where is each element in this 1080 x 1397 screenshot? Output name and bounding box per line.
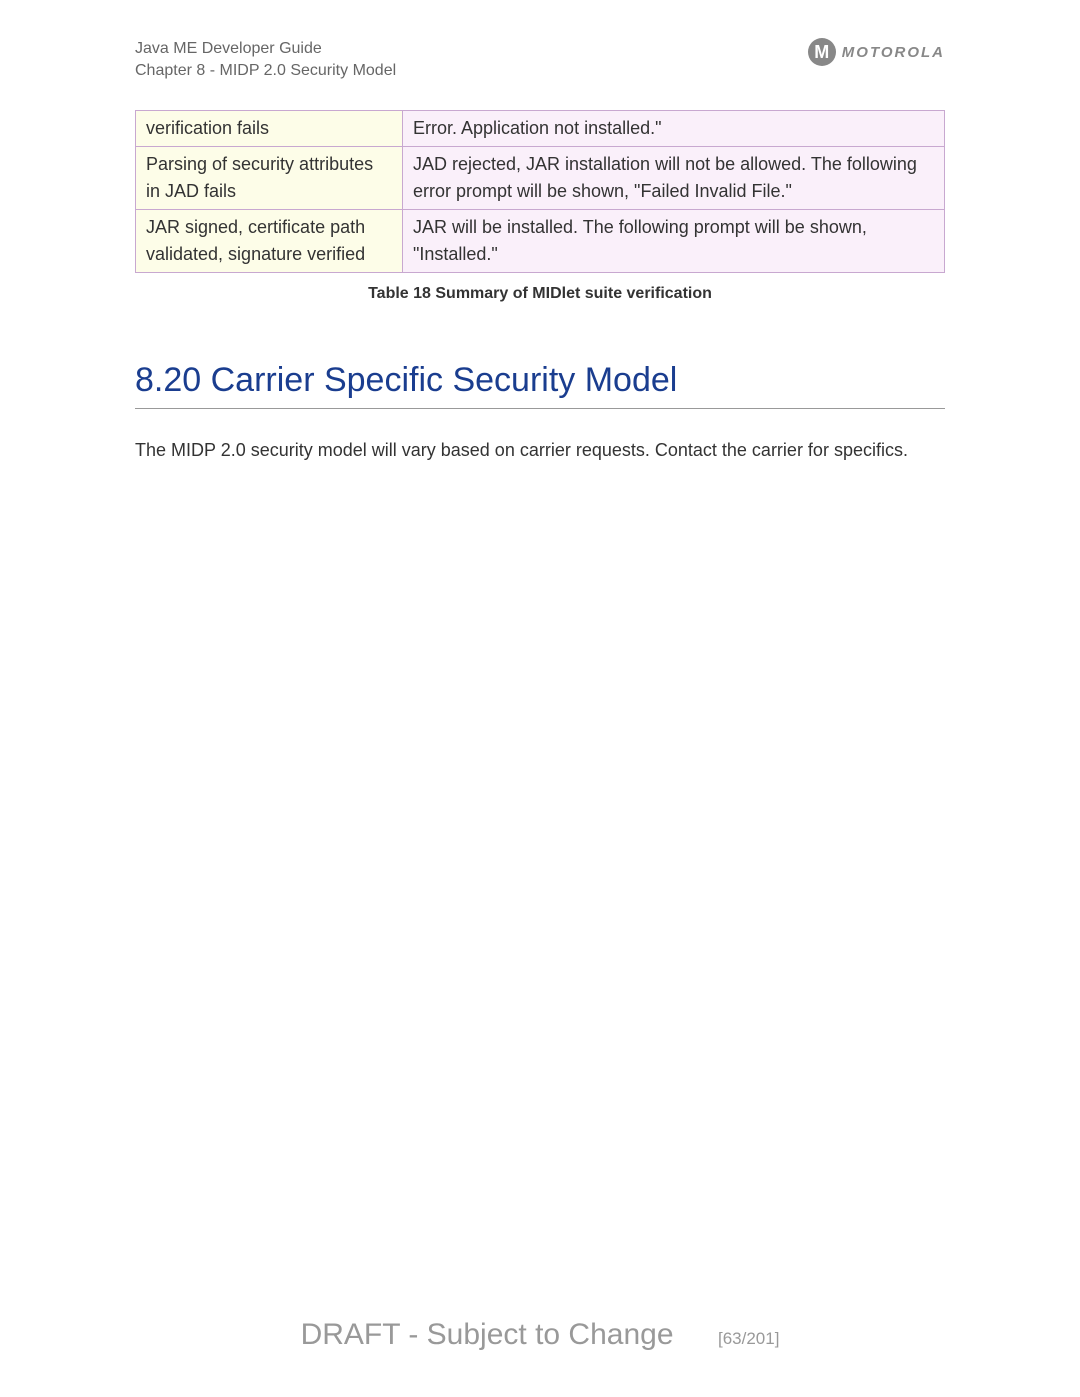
- table-cell: Parsing of security attributes in JAD fa…: [136, 147, 403, 210]
- brand-name: MOTOROLA: [842, 44, 945, 61]
- page-number: [63/201]: [718, 1329, 779, 1348]
- table-cell: JAR signed, certificate path validated, …: [136, 210, 403, 273]
- page-content: verification fails Error. Application no…: [135, 110, 945, 467]
- table-row: Parsing of security attributes in JAD fa…: [136, 147, 945, 210]
- brand-logo: MOTOROLA: [808, 38, 945, 66]
- motorola-icon: [808, 38, 836, 66]
- draft-notice: DRAFT - Subject to Change: [301, 1318, 674, 1351]
- table-cell: verification fails: [136, 111, 403, 147]
- table-cell: JAR will be installed. The following pro…: [402, 210, 944, 273]
- table-caption: Table 18 Summary of MIDlet suite verific…: [135, 285, 945, 303]
- guide-title: Java ME Developer Guide: [135, 38, 396, 60]
- section-heading: 8.20 Carrier Specific Security Model: [135, 361, 945, 409]
- table-row: JAR signed, certificate path validated, …: [136, 210, 945, 273]
- table-row: verification fails Error. Application no…: [136, 111, 945, 147]
- table-cell: Error. Application not installed.": [402, 111, 944, 147]
- chapter-line: Chapter 8 - MIDP 2.0 Security Model: [135, 60, 396, 82]
- page-header: Java ME Developer Guide Chapter 8 - MIDP…: [135, 38, 945, 83]
- table-cell: JAD rejected, JAR installation will not …: [402, 147, 944, 210]
- header-text-block: Java ME Developer Guide Chapter 8 - MIDP…: [135, 38, 396, 83]
- section-body: The MIDP 2.0 security model will vary ba…: [135, 433, 945, 467]
- verification-table: verification fails Error. Application no…: [135, 110, 945, 273]
- page-footer: DRAFT - Subject to Change [63/201]: [0, 1318, 1080, 1352]
